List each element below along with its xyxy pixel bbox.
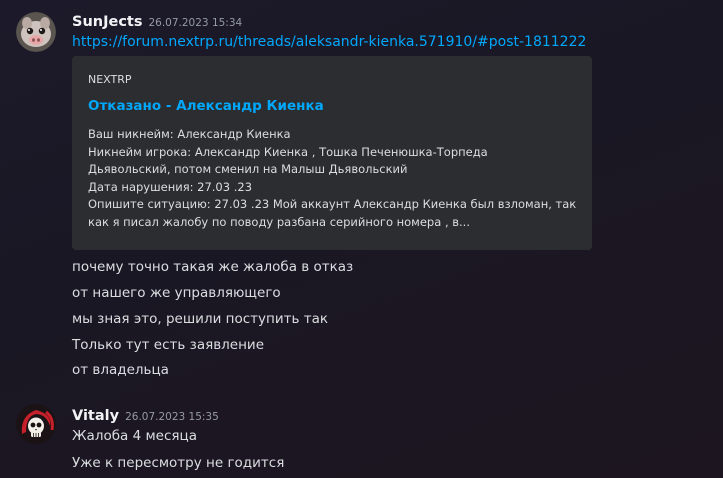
embed-desc-line: как я писал жалобу по поводу разбана сер…: [88, 214, 470, 229]
embed-desc-line: Никнейм игрока: Александр Киенка , Тошка…: [88, 144, 488, 159]
embed-provider: NEXTRP: [88, 73, 132, 86]
avatar-vitaly[interactable]: [16, 404, 56, 444]
message-text: Уже к пересмотру не годится: [72, 455, 285, 471]
message-text: Жалоба 4 месяца: [72, 428, 197, 444]
pig-avatar-icon: [16, 12, 56, 52]
message-vitaly: Vitaly 26.07.2023 15:35 Жалоба 4 месяца У…: [0, 400, 723, 478]
message-text: мы зная это, решили поступить так: [72, 311, 328, 327]
embed-description: Ваш никнейм: Александр Киенка Никнейм иг…: [88, 126, 583, 231]
author-name[interactable]: Vitaly: [72, 408, 119, 424]
forum-link[interactable]: https://forum.nextrp.ru/threads/aleksand…: [72, 34, 586, 50]
skull-reaper-avatar-icon: [16, 404, 56, 444]
message-text: от владельца: [72, 362, 169, 378]
author-name[interactable]: SunJects: [72, 14, 142, 30]
embed-desc-line: Дата нарушения: 27.03 .23: [88, 179, 253, 194]
message-header: SunJects 26.07.2023 15:34: [72, 11, 242, 30]
message-text: почему точно такая же жалоба в отказ: [72, 259, 354, 275]
timestamp: 26.07.2023 15:34: [148, 17, 243, 29]
message-header: Vitaly 26.07.2023 15:35: [72, 405, 219, 424]
embed-desc-line: Опишите ситуацию: 27.03 .23 Мой аккаунт …: [88, 197, 577, 211]
embed-desc-line: Ваш никнейм: Александр Киенка: [88, 127, 291, 141]
message-text: от нашего же управляющего: [72, 285, 281, 301]
timestamp: 26.07.2023 15:35: [125, 411, 219, 423]
embed-title[interactable]: Отказано - Александр Киенка: [88, 98, 324, 114]
link-embed: NEXTRP Отказано - Александр Киенка Ваш н…: [72, 56, 592, 250]
avatar-sunjects[interactable]: [16, 12, 56, 52]
message-text: Только тут есть заявление: [72, 337, 265, 353]
embed-desc-line: Дьявольский, потом сменил на Малыш Дьяво…: [88, 162, 408, 176]
message-sunjects: SunJects 26.07.2023 15:34 https://forum.n…: [0, 0, 723, 400]
